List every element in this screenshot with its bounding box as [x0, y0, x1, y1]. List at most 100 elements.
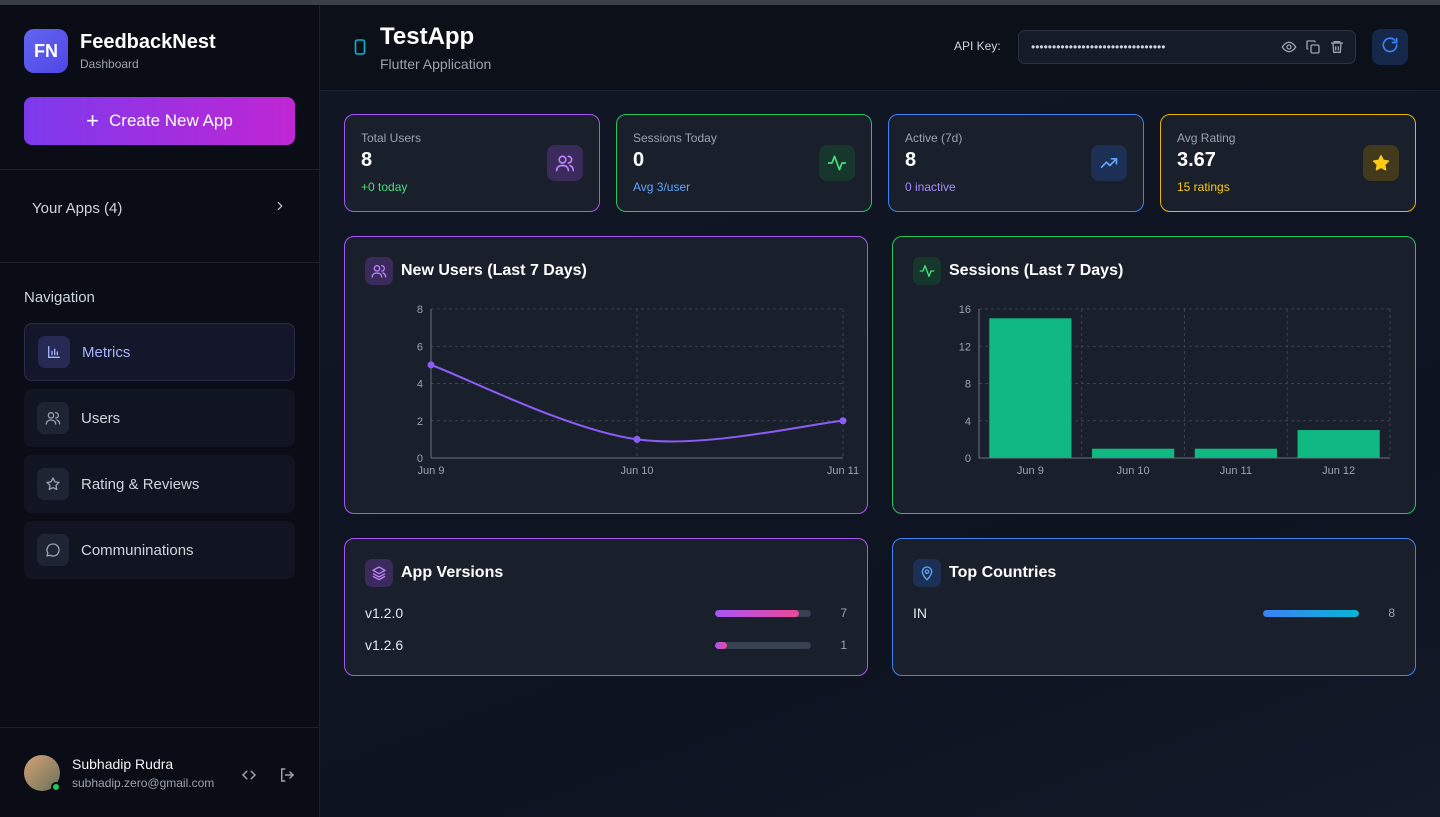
country-label: IN [913, 605, 927, 621]
create-new-app-button[interactable]: + Create New App [24, 97, 295, 145]
x-tick-label: Jun 11 [1220, 465, 1252, 477]
stat-subtext: Avg 3/user [633, 180, 691, 194]
session-bar [1297, 430, 1380, 458]
app-header: TestApp Flutter Application API Key: •••… [320, 5, 1440, 91]
nav-item-metrics[interactable]: Metrics [24, 323, 295, 381]
data-point [427, 361, 435, 369]
version-bar-track [715, 641, 811, 649]
y-tick-label: 16 [959, 304, 971, 316]
version-bar-fill [715, 641, 727, 649]
refresh-button[interactable] [1372, 29, 1408, 65]
logout-icon[interactable] [278, 766, 296, 789]
country-bar-track [1263, 609, 1359, 617]
sidebar-divider [0, 727, 319, 728]
code-icon[interactable] [240, 766, 258, 789]
star-icon [1363, 145, 1399, 181]
activity-icon [819, 145, 855, 181]
copy-icon[interactable] [1305, 39, 1321, 58]
nav-item-ratings[interactable]: Rating & Reviews [24, 455, 295, 513]
star-icon [37, 468, 69, 500]
eye-icon[interactable] [1281, 39, 1297, 58]
x-tick-label: Jun 9 [418, 465, 445, 477]
message-icon [37, 534, 69, 566]
nav-item-label: Metrics [82, 343, 131, 361]
stat-subtext: +0 today [361, 180, 408, 194]
trending-up-icon [1091, 145, 1127, 181]
y-tick-label: 4 [417, 379, 423, 391]
stat-label: Active (7d) [905, 131, 963, 145]
sidebar-divider [0, 169, 319, 170]
y-tick-label: 12 [959, 341, 971, 353]
api-key-label: API Key: [954, 39, 1001, 53]
x-tick-label: Jun 11 [827, 465, 859, 477]
brand[interactable]: FN FeedbackNest Dashboard [24, 29, 216, 73]
version-label: v1.2.6 [365, 637, 404, 653]
bar-chart-icon [38, 336, 70, 368]
y-tick-label: 8 [965, 379, 971, 391]
country-bar-fill [1263, 609, 1359, 617]
sidebar: FN FeedbackNest Dashboard + Create New A… [0, 5, 320, 817]
your-apps-label: Your Apps (4) [32, 199, 123, 217]
app-type: Flutter Application [380, 56, 492, 72]
map-pin-icon [913, 559, 941, 587]
stat-card-total-users: Total Users 8 +0 today [344, 114, 600, 212]
version-count: 1 [840, 638, 847, 652]
stat-card-sessions-today: Sessions Today 0 Avg 3/user [616, 114, 872, 212]
version-count: 7 [840, 606, 847, 620]
your-apps-toggle[interactable]: Your Apps (4) [24, 191, 295, 225]
version-row: v1.2.0 7 [365, 603, 847, 623]
trash-icon[interactable] [1329, 39, 1345, 58]
session-bar [1194, 448, 1277, 458]
new-users-line-chart: 0 2 4 6 8 Jun 9 Jun 10 Jun 11 [417, 304, 859, 477]
app-title: TestApp [380, 23, 475, 50]
version-bar-track [715, 609, 811, 617]
app-versions-panel: App Versions v1.2.0 7 v1.2.6 1 [344, 538, 868, 676]
x-tick-label: Jun 10 [620, 465, 653, 477]
sessions-bar-chart: 0 4 8 12 16 Jun 9 Jun 10 Jun 11 Jun 12 [959, 304, 1391, 477]
brand-name: FeedbackNest [80, 31, 216, 53]
navigation-heading: Navigation [24, 289, 95, 306]
country-row: IN 8 [913, 603, 1395, 623]
stat-label: Sessions Today [633, 131, 717, 145]
user-name: Subhadip Rudra [72, 756, 174, 772]
nav-item-communications[interactable]: Communinations [24, 521, 295, 579]
user-profile: Subhadip Rudra subhadip.zero@gmail.com [24, 755, 299, 792]
y-tick-label: 0 [417, 453, 423, 465]
data-point [633, 435, 641, 443]
create-new-app-label: Create New App [109, 111, 233, 130]
version-label: v1.2.0 [365, 605, 404, 621]
stat-label: Total Users [361, 131, 422, 145]
api-key-value: •••••••••••••••••••••••••••••••• [1031, 40, 1166, 54]
stat-subtext: 15 ratings [1177, 180, 1230, 194]
session-bar [1092, 448, 1175, 458]
users-icon [37, 402, 69, 434]
version-row: v1.2.6 1 [365, 635, 847, 655]
top-countries-panel: Top Countries IN 8 [892, 538, 1416, 676]
online-status-dot [51, 782, 61, 792]
avatar[interactable] [24, 755, 61, 792]
brand-logo: FN [24, 29, 68, 73]
data-point [839, 417, 847, 425]
nav-item-label: Rating & Reviews [81, 475, 200, 493]
y-tick-label: 2 [417, 416, 423, 428]
x-tick-label: Jun 10 [1117, 465, 1150, 477]
api-key-field[interactable]: •••••••••••••••••••••••••••••••• [1018, 30, 1356, 64]
stat-card-active-7d: Active (7d) 8 0 inactive [888, 114, 1144, 212]
stat-subtext: 0 inactive [905, 180, 956, 194]
session-bar [989, 318, 1072, 458]
sessions-chart-panel: Sessions (Last 7 Days) 0 4 8 12 16 Jun 9 Jun 1… [892, 236, 1416, 514]
smartphone-icon [354, 39, 366, 60]
nav-item-users[interactable]: Users [24, 389, 295, 447]
nav-item-label: Users [81, 409, 121, 427]
chevron-right-icon [273, 199, 287, 217]
y-tick-label: 4 [965, 416, 971, 428]
x-tick-label: Jun 12 [1322, 465, 1355, 477]
users-icon [547, 145, 583, 181]
country-count: 8 [1388, 606, 1395, 620]
main-content: TestApp Flutter Application API Key: •••… [320, 5, 1440, 817]
stat-label: Avg Rating [1177, 131, 1236, 145]
brand-subtitle: Dashboard [80, 57, 139, 71]
y-tick-label: 0 [965, 453, 971, 465]
stat-card-avg-rating: Avg Rating 3.67 15 ratings [1160, 114, 1416, 212]
x-tick-label: Jun 9 [1017, 465, 1044, 477]
